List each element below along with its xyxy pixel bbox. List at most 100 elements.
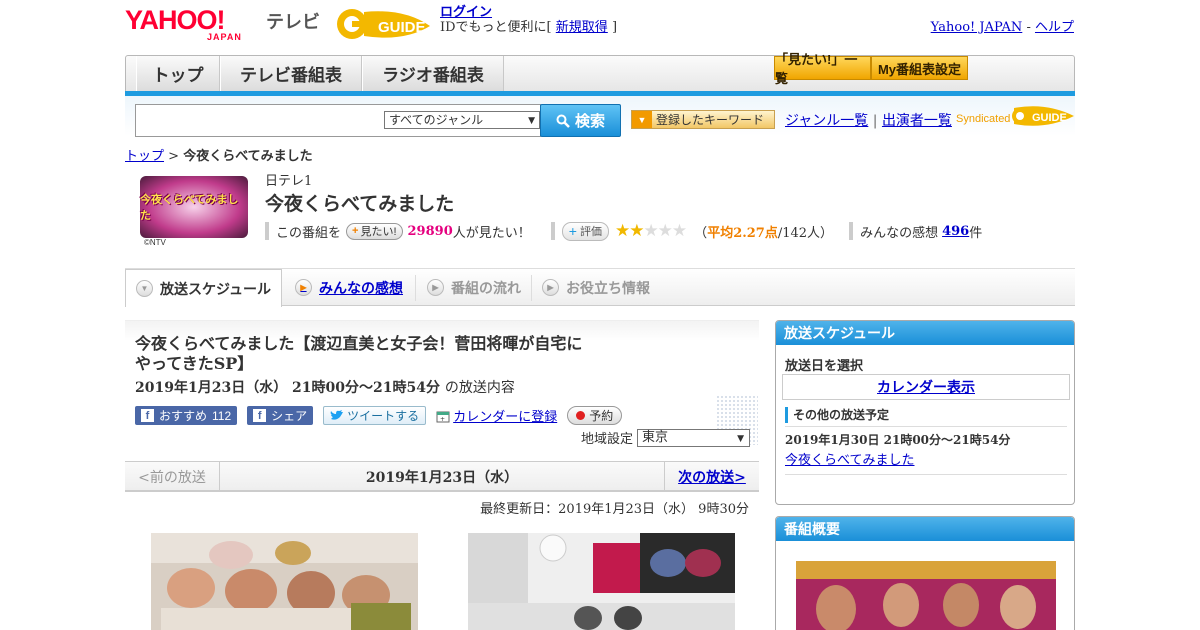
facebook-recommend-label: おすすめ xyxy=(159,409,208,423)
tab-schedule[interactable]: ▼ 放送スケジュール xyxy=(125,269,282,307)
genre-select[interactable]: すべてのジャンル xyxy=(384,111,540,129)
next-broadcast[interactable]: 次の放送> xyxy=(664,462,759,491)
cast-list-link[interactable]: 出演者一覧 xyxy=(882,113,952,129)
facebook-recommend-button[interactable]: f おすすめ 112 xyxy=(135,406,238,425)
plus-icon: + xyxy=(568,223,577,239)
program-meta: この番組を + 見たい! 29890 人が見たい！ + 評価 ★★★★★ （平均2.… xyxy=(265,221,982,241)
program-tabs: ▼ 放送スケジュール ▶ みんなの感想 ▶ 番組の流れ ▶ お役立ち情報 xyxy=(125,268,1075,307)
gguide-logo-text: GUIDE xyxy=(378,19,426,36)
region-label: 地域設定 xyxy=(581,432,634,447)
breadcrumb-top[interactable]: トップ xyxy=(125,149,164,164)
login-link[interactable]: ログイン xyxy=(440,5,492,20)
divider xyxy=(785,426,1067,427)
rating-button-label: 評価 xyxy=(579,226,602,238)
episode-datetime: 2019年1月23日（水） 21時00分～21時54分 の放送内容 xyxy=(135,377,515,397)
keyword-button-label: 登録したキーワード xyxy=(656,113,765,127)
date-navigation: <前の放送 2019年1月23日（水） 次の放送> xyxy=(125,461,759,492)
yahoo-japan-link[interactable]: Yahoo! JAPAN xyxy=(931,20,1023,35)
calendar-display-button[interactable]: カレンダー表示 xyxy=(782,374,1070,400)
impressions-count-link[interactable]: 496 xyxy=(942,224,969,239)
tab-divider xyxy=(415,275,416,301)
program-logo-text: 今夜くらべてみました xyxy=(140,194,239,222)
facebook-share-button[interactable]: f シェア xyxy=(247,406,314,425)
other-broadcasts-text: その他の放送予定 xyxy=(793,408,890,422)
impressions-pre: みんなの感想 xyxy=(860,225,939,241)
rating-open: （ xyxy=(694,225,708,241)
impressions-post: 件 xyxy=(969,225,983,241)
reserve-button[interactable]: 予約 xyxy=(567,406,623,425)
search-button[interactable]: 検索 xyxy=(540,104,621,137)
divider xyxy=(785,474,1067,475)
select-date-label: 放送日を選択 xyxy=(785,359,864,374)
breadcrumb-current: 今夜くらべてみました xyxy=(183,149,313,164)
header-links: Yahoo! JAPAN - ヘルプ xyxy=(931,16,1074,35)
episode-datetime-suffix: の放送内容 xyxy=(444,380,515,396)
search-links: ジャンル一覧 | 出演者一覧 xyxy=(785,113,952,129)
nav-tab-tv-schedule[interactable]: テレビ番組表 xyxy=(220,56,362,91)
my-schedule-button[interactable]: My番組表設定 xyxy=(871,56,968,80)
yahoo-logo-text: YAHOO! xyxy=(125,5,226,35)
rating-button[interactable]: + 評価 xyxy=(561,221,609,241)
breadcrumb-sep: > xyxy=(168,149,180,164)
next-broadcast-link[interactable]: 次の放送> xyxy=(678,467,746,487)
other-broadcast-link[interactable]: 今夜くらべてみました xyxy=(785,449,914,468)
schedule-sidebar: 放送スケジュール 放送日を選択 カレンダー表示 その他の放送予定 2019年1月… xyxy=(775,320,1075,505)
yahoo-logo-sub: JAPAN xyxy=(207,32,242,42)
signup-link[interactable]: 新規取得 xyxy=(556,20,608,35)
search-button-label: 検索 xyxy=(574,113,605,130)
region-setting: 地域設定 東京 xyxy=(581,428,751,447)
tab-flow-label: 番組の流れ xyxy=(451,279,521,296)
tab-info-label: お役立ち情報 xyxy=(566,279,650,296)
syndicated-gguide-logo: Syndicated GUIDE xyxy=(956,102,1074,135)
calendar-register-link[interactable]: カレンダーに登録 xyxy=(453,406,557,425)
rating-average: 平均2.27点 xyxy=(707,225,778,241)
breadcrumb: トップ > 今夜くらべてみました xyxy=(125,145,313,164)
tab-info: ▶ お役立ち情報 xyxy=(542,269,650,306)
calendar-icon: + xyxy=(436,411,450,423)
help-link[interactable]: ヘルプ xyxy=(1035,20,1074,35)
episode-photo-1 xyxy=(151,533,418,630)
nav-tab-top[interactable]: トップ xyxy=(136,56,220,91)
prev-broadcast: <前の放送 xyxy=(125,462,220,491)
social-bar: f おすすめ 112 f シェア ツイートする + カレンダーに登録 予約 xyxy=(135,406,623,425)
syndicated-text: Syndicated xyxy=(956,113,1010,125)
nav-tab-radio-schedule[interactable]: ラジオ番組表 xyxy=(362,56,504,91)
keyword-button[interactable]: ▼ 登録したキーワード xyxy=(631,110,775,129)
plus-icon: + xyxy=(352,225,359,237)
current-date: 2019年1月23日（水） xyxy=(365,469,519,486)
calendar-display-link[interactable]: カレンダー表示 xyxy=(877,377,975,397)
other-broadcasts-label: その他の放送予定 xyxy=(785,406,889,423)
mitai-button[interactable]: + 見たい! xyxy=(346,222,403,240)
rating-stars: ★★★★★ xyxy=(614,221,687,241)
yahoo-japan-logo[interactable]: YAHOO! JAPAN xyxy=(125,6,265,42)
genre-list-link[interactable]: ジャンル一覧 xyxy=(785,113,868,129)
tab-flow: ▶ 番組の流れ xyxy=(427,269,521,306)
overview-photo xyxy=(796,561,1056,630)
gguide-logo[interactable]: GUIDE xyxy=(334,6,434,42)
episode-datetime-value: 2019年1月23日（水） 21時00分～21時54分 xyxy=(135,380,440,396)
last-updated: 最終更新日：2019年1月23日（水） 9時30分 xyxy=(480,502,749,517)
chevron-down-icon: ▼ xyxy=(632,111,652,128)
calendar-register[interactable]: + カレンダーに登録 xyxy=(436,406,557,425)
chevron-right-icon: ▶ xyxy=(295,279,312,296)
tweet-label: ツイートする xyxy=(347,409,420,423)
sidebar-schedule-title: 放送スケジュール xyxy=(776,321,1074,345)
mitai-button-label: 見たい! xyxy=(360,226,397,238)
tweet-button[interactable]: ツイートする xyxy=(323,406,427,425)
region-select[interactable]: 東京 xyxy=(637,428,751,447)
divider xyxy=(849,222,854,240)
tab-impressions[interactable]: ▶ みんなの感想 xyxy=(295,269,403,306)
tab-impressions-label: みんなの感想 xyxy=(319,279,403,296)
chevron-right-icon: ▶ xyxy=(542,279,559,296)
mitai-list-button[interactable]: 「見たい!」一覧 xyxy=(774,52,871,86)
chevron-down-icon: ▼ xyxy=(136,280,153,297)
login-box: ログイン IDでもっと便利に[ 新規取得 ] xyxy=(440,5,617,35)
divider xyxy=(265,222,269,240)
divider xyxy=(550,222,555,240)
chevron-right-icon: ▶ xyxy=(427,279,444,296)
episode-title: 今夜くらべてみました【渡辺直美と女子会！菅田将暉が自宅にやってきたSP】 xyxy=(135,334,583,373)
overview-sidebar: 番組概要 xyxy=(775,516,1075,630)
program-title: 今夜くらべてみました xyxy=(265,193,455,215)
search-icon xyxy=(556,114,570,128)
record-icon xyxy=(576,411,586,420)
